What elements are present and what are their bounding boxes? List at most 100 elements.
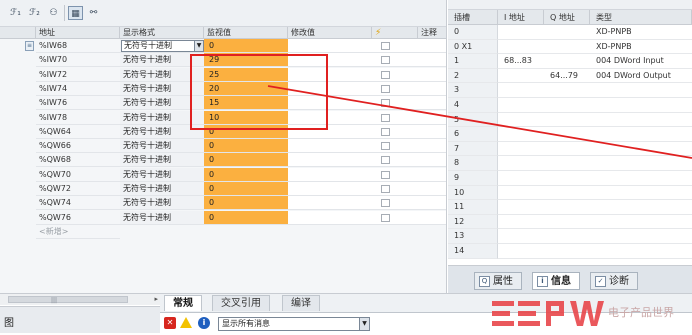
q-address-cell[interactable] bbox=[544, 244, 590, 259]
device-row[interactable]: 11 bbox=[448, 200, 692, 215]
i-address-cell[interactable] bbox=[498, 186, 544, 201]
modify-checkbox[interactable] bbox=[381, 84, 390, 93]
device-row[interactable]: 8 bbox=[448, 156, 692, 171]
q-address-cell[interactable] bbox=[544, 200, 590, 215]
q-address-cell[interactable] bbox=[544, 25, 590, 40]
error-filter-icon[interactable]: ✕ bbox=[164, 317, 176, 329]
table-row[interactable]: %QW70 无符号十进制 0 bbox=[0, 167, 446, 182]
modify-values-icon[interactable]: ℱ₁ bbox=[8, 6, 23, 20]
warning-filter-icon[interactable] bbox=[180, 317, 192, 328]
q-address-cell[interactable] bbox=[544, 113, 590, 128]
q-address-cell[interactable] bbox=[544, 156, 590, 171]
comment-cell[interactable] bbox=[418, 96, 446, 111]
device-row[interactable]: 3 bbox=[448, 83, 692, 98]
q-address-cell[interactable] bbox=[544, 142, 590, 157]
device-row[interactable]: 6 bbox=[448, 127, 692, 142]
comment-cell[interactable] bbox=[418, 153, 446, 168]
device-row[interactable]: 2 64...79 004 DWord Output bbox=[448, 68, 692, 84]
modify-checkbox[interactable] bbox=[381, 42, 390, 50]
table-row[interactable]: %QW76 无符号十进制 0 bbox=[0, 210, 446, 225]
q-address-cell[interactable] bbox=[544, 98, 590, 113]
header-q-address[interactable]: Q 地址 bbox=[544, 10, 590, 25]
device-row[interactable]: 10 bbox=[448, 185, 692, 201]
comment-cell[interactable] bbox=[418, 196, 446, 211]
address-cell[interactable]: %IW68 bbox=[36, 39, 120, 53]
message-filter-select[interactable]: 显示所有消息 ▼ bbox=[218, 317, 370, 331]
comment-cell[interactable] bbox=[418, 124, 446, 139]
address-cell[interactable]: %QW66 bbox=[36, 139, 120, 154]
address-cell[interactable]: %IW74 bbox=[36, 82, 120, 96]
table-row[interactable]: ≡ %IW68 无符号十进制 ▼ 0 bbox=[0, 39, 446, 53]
modify-checkbox[interactable] bbox=[381, 199, 390, 208]
device-row[interactable]: 1 68...83 004 DWord Input bbox=[448, 54, 692, 69]
i-address-cell[interactable] bbox=[498, 200, 544, 215]
modify-value-cell[interactable] bbox=[288, 182, 372, 196]
i-address-cell[interactable] bbox=[498, 156, 544, 171]
modify-value-cell[interactable] bbox=[288, 39, 372, 53]
scrollbar-thumb[interactable]: ||| bbox=[8, 296, 128, 304]
device-row[interactable]: 13 bbox=[448, 229, 692, 244]
address-cell[interactable]: %QW76 bbox=[36, 211, 120, 225]
modify-checkbox[interactable] bbox=[381, 170, 390, 179]
device-row[interactable]: 7 bbox=[448, 141, 692, 157]
table-row[interactable]: %QW66 无符号十进制 0 bbox=[0, 139, 446, 154]
header-i-address[interactable]: I 地址 bbox=[498, 10, 544, 25]
add-new-placeholder[interactable]: <新增> bbox=[36, 225, 120, 239]
tab-diagnostics[interactable]: ✓ 诊断 bbox=[590, 272, 638, 290]
modify-value-cell[interactable] bbox=[288, 139, 372, 154]
display-format-cell[interactable]: 无符号十进制 bbox=[120, 210, 204, 225]
address-cell[interactable]: %IW76 bbox=[36, 96, 120, 111]
modify-checkbox[interactable] bbox=[381, 156, 390, 165]
address-cell[interactable]: %QW74 bbox=[36, 196, 120, 211]
tab-cross-reference[interactable]: 交叉引用 bbox=[212, 295, 270, 311]
comment-cell[interactable] bbox=[418, 53, 446, 68]
modify-checkbox[interactable] bbox=[381, 99, 390, 108]
i-address-cell[interactable] bbox=[498, 40, 544, 55]
modify-value-cell[interactable] bbox=[288, 167, 372, 182]
modify-value-cell[interactable] bbox=[288, 210, 372, 225]
device-row[interactable]: 14 bbox=[448, 244, 692, 259]
display-format-cell[interactable]: 无符号十进制 bbox=[120, 196, 204, 211]
header-comment[interactable]: 注释 bbox=[418, 27, 446, 39]
address-cell[interactable]: %QW68 bbox=[36, 153, 120, 168]
comment-cell[interactable] bbox=[418, 110, 446, 125]
q-address-cell[interactable] bbox=[544, 171, 590, 186]
modify-checkbox[interactable] bbox=[381, 142, 390, 151]
display-format-cell[interactable]: 无符号十进制 bbox=[120, 153, 204, 168]
info-filter-icon[interactable]: i bbox=[198, 317, 210, 329]
i-address-cell[interactable] bbox=[498, 83, 544, 98]
modify-value-cell[interactable] bbox=[288, 196, 372, 211]
comment-cell[interactable] bbox=[418, 182, 446, 196]
address-cell[interactable]: %QW70 bbox=[36, 168, 120, 182]
q-address-cell[interactable] bbox=[544, 40, 590, 55]
chevron-down-icon[interactable]: ▼ bbox=[194, 41, 203, 51]
display-format-cell[interactable]: 无符号十进制 ▼ bbox=[120, 39, 204, 53]
table-row[interactable]: %QW68 无符号十进制 0 bbox=[0, 153, 446, 168]
modify-checkbox[interactable] bbox=[381, 127, 390, 136]
display-format-cell[interactable]: 无符号十进制 bbox=[120, 139, 204, 154]
q-address-cell[interactable] bbox=[544, 215, 590, 230]
q-address-cell[interactable] bbox=[544, 54, 590, 69]
table-row[interactable]: %QW72 无符号十进制 0 bbox=[0, 182, 446, 196]
modify-checkbox[interactable] bbox=[381, 70, 390, 79]
display-format-select[interactable]: 无符号十进制 ▼ bbox=[121, 40, 204, 52]
address-cell[interactable]: %IW70 bbox=[36, 53, 120, 68]
modify-checkbox[interactable] bbox=[381, 213, 390, 222]
device-row[interactable]: 0 X1 XD-PNPB bbox=[448, 39, 692, 55]
i-address-cell[interactable] bbox=[498, 25, 544, 40]
monitor-all-icon[interactable]: ⚇ bbox=[46, 6, 61, 20]
header-modify-value[interactable]: 修改值 bbox=[288, 27, 372, 39]
comment-cell[interactable] bbox=[418, 67, 446, 82]
q-address-cell[interactable] bbox=[544, 127, 590, 142]
comment-cell[interactable] bbox=[418, 139, 446, 154]
comment-cell[interactable] bbox=[418, 81, 446, 96]
address-cell[interactable]: %QW64 bbox=[36, 125, 120, 139]
q-address-cell[interactable]: 64...79 bbox=[544, 69, 590, 84]
comment-cell[interactable] bbox=[418, 210, 446, 225]
modify-now-icon[interactable]: ℱ₂ bbox=[27, 6, 42, 20]
glasses-icon[interactable]: ⚯ bbox=[86, 6, 101, 20]
i-address-cell[interactable] bbox=[498, 142, 544, 157]
header-type[interactable]: 类型 bbox=[590, 10, 692, 25]
modify-checkbox[interactable] bbox=[381, 185, 390, 193]
tab-general[interactable]: 常规 bbox=[164, 295, 202, 311]
